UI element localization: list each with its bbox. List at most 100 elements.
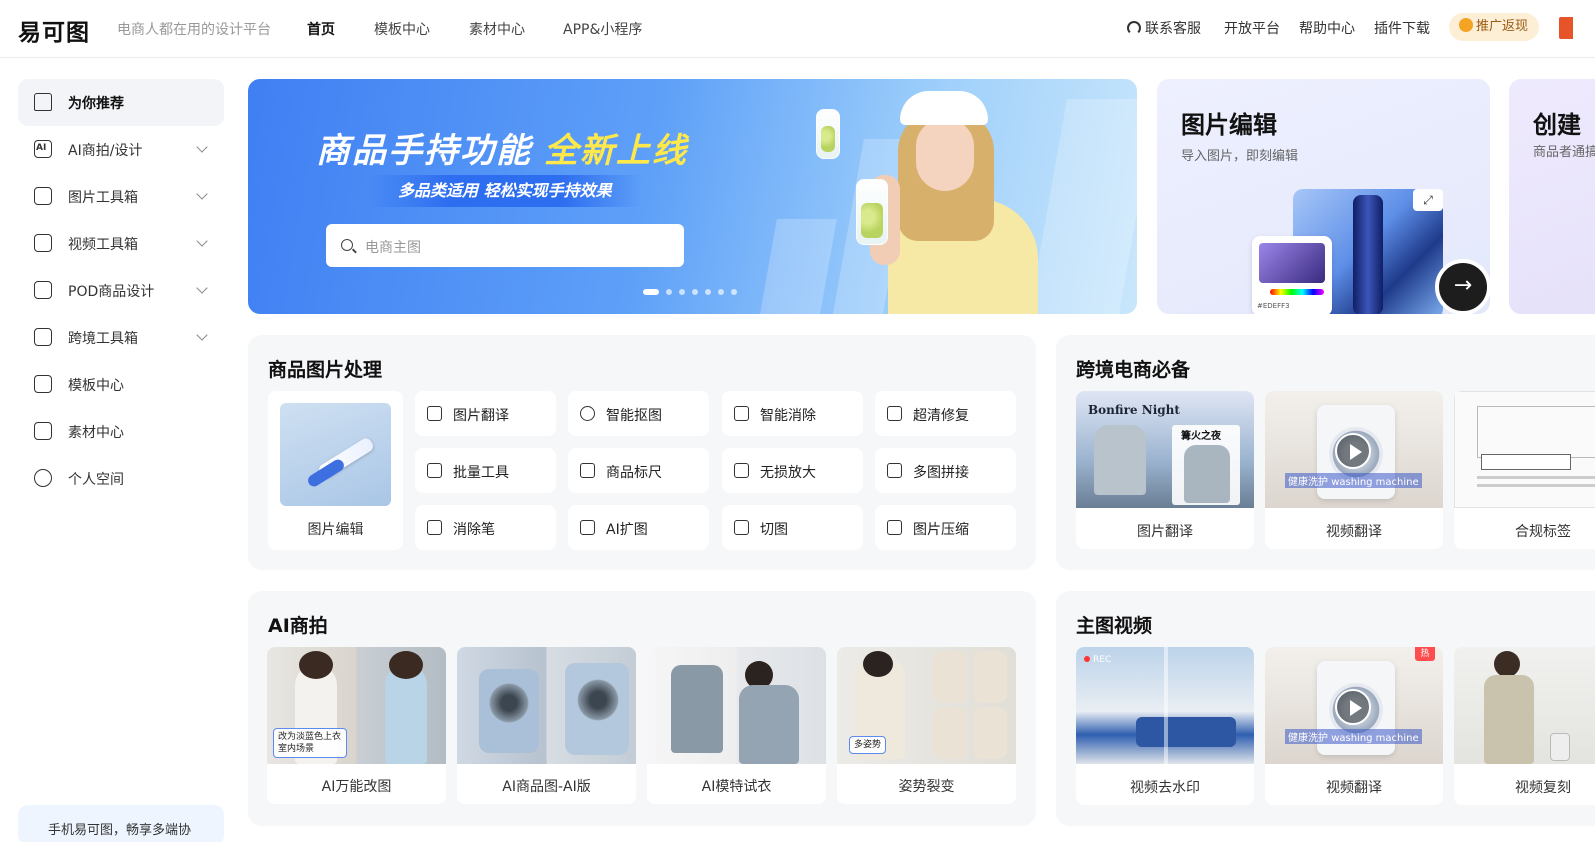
image-edit-title: 图片编辑	[1181, 111, 1277, 139]
sidebar-item-pod[interactable]: POD商品设计	[18, 267, 224, 314]
tool-collage[interactable]: 多图拼接	[875, 448, 1016, 493]
tool-ai-expand[interactable]: AI扩图	[568, 505, 709, 550]
banner-decor	[1029, 99, 1137, 314]
play-icon	[1335, 433, 1371, 469]
top-header: 易可图 电商人都在用的设计平台 首页 模板中心 素材中心 APP&小程序 联系客…	[0, 0, 1595, 58]
tool-compress[interactable]: 图片压缩	[875, 505, 1016, 550]
contact-support-link[interactable]: 联系客服	[1127, 18, 1201, 38]
sidebar-item-templates[interactable]: 模板中心	[18, 361, 224, 408]
crossborder-card-image-translate[interactable]: Bonfire Night 篝火之夜 图片翻译	[1076, 391, 1254, 549]
promo-button[interactable]: 推广返现	[1449, 13, 1539, 41]
search-icon	[341, 239, 353, 251]
slogan: 电商人都在用的设计平台	[117, 22, 271, 38]
video-card-translate[interactable]: 热 健康洗护 washing machine 视频翻译	[1265, 647, 1443, 805]
banner-title: 商品手持功能 全新上线	[316, 131, 688, 171]
sidebar-item-personal[interactable]: 个人空间	[18, 455, 224, 502]
sidebar-item-materials[interactable]: 素材中心	[18, 408, 224, 455]
knife-icon	[734, 520, 749, 535]
carousel-dots[interactable]	[643, 289, 737, 295]
expand-icon: ⤢	[1413, 189, 1443, 211]
carousel-dot[interactable]	[718, 289, 724, 295]
sidebar-item-image-tools[interactable]: 图片工具箱	[18, 173, 224, 220]
ai-card-universal-edit[interactable]: 改为淡蓝色上衣 室内场景 AI万能改图	[267, 647, 446, 804]
crossborder-card-compliance[interactable]: 合规标签	[1454, 391, 1595, 549]
image-edit-card[interactable]: 图片编辑 导入图片，即刻编辑 ⤢ #EDEFF3 →	[1157, 79, 1490, 314]
puzzle-icon	[887, 463, 902, 478]
chevron-down-icon	[196, 141, 208, 153]
gift-icon[interactable]	[1559, 17, 1573, 39]
sidebar-item-crossborder[interactable]: 跨境工具箱	[18, 314, 224, 361]
help-center-link[interactable]: 帮助中心	[1299, 18, 1355, 38]
label-thumbnail	[1454, 391, 1595, 508]
coat-tryon-image	[647, 647, 826, 764]
chevron-down-icon	[196, 282, 208, 294]
video-card-remove-watermark[interactable]: REC 视频去水印	[1076, 647, 1254, 805]
color-picker: #EDEFF3	[1252, 236, 1332, 314]
tool-slice[interactable]: 切图	[722, 505, 863, 550]
tool-product-ruler[interactable]: 商品标尺	[568, 448, 709, 493]
tool-smart-cutout[interactable]: 智能抠图	[568, 391, 709, 436]
play-icon	[1335, 689, 1371, 725]
nav-home[interactable]: 首页	[307, 19, 335, 39]
nav-templates[interactable]: 模板中心	[374, 19, 430, 39]
tool-lossless-upscale[interactable]: 无损放大	[722, 448, 863, 493]
carousel-dot[interactable]	[679, 289, 685, 295]
grid-icon	[427, 463, 442, 478]
sidebar-item-ai[interactable]: AI AI商拍/设计	[18, 126, 224, 173]
user-icon	[34, 469, 52, 487]
create-subtitle: 商品者通搞定	[1533, 145, 1595, 160]
video-icon	[34, 234, 52, 252]
bottle-image	[1353, 195, 1383, 314]
carousel-dot[interactable]	[692, 289, 698, 295]
carousel-dot[interactable]	[705, 289, 711, 295]
ai-card-pose-variation[interactable]: 多姿势 姿势裂变	[837, 647, 1016, 804]
coin-icon	[1459, 18, 1473, 32]
hero-banner[interactable]: 商品手持功能 全新上线 多品类适用 轻松实现手持效果 电商主图	[248, 79, 1137, 314]
compress-icon	[887, 520, 902, 535]
crossborder-icon	[34, 328, 52, 346]
ai-card-product-image[interactable]: AI商品图-AI版	[457, 647, 636, 804]
model-video-thumbnail	[1454, 647, 1595, 764]
tool-image-translate[interactable]: 图片翻译	[415, 391, 556, 436]
tool-hd-restore[interactable]: 超清修复	[875, 391, 1016, 436]
main-video-panel: 主图视频 REC 视频去水印 热 健康洗护 washing machine 视频…	[1056, 591, 1595, 826]
tool-smart-erase[interactable]: 智能消除	[722, 391, 863, 436]
mobile-app-promo[interactable]: 手机易可图，畅享多端协	[18, 805, 224, 842]
pose-grid-image: 多姿势	[837, 647, 1016, 764]
crossborder-card-video-translate[interactable]: 健康洗护 washing machine 视频翻译	[1265, 391, 1443, 549]
edit-prompt-tag: 改为淡蓝色上衣 室内场景	[273, 728, 347, 758]
carousel-dot[interactable]	[666, 289, 672, 295]
room-thumbnail: REC	[1076, 647, 1254, 764]
arrow-right-icon[interactable]: →	[1435, 259, 1490, 314]
banner-search-input[interactable]: 电商主图	[326, 224, 684, 267]
tool-batch[interactable]: 批量工具	[415, 448, 556, 493]
chevron-down-icon	[196, 235, 208, 247]
eraser-pen-icon	[427, 520, 442, 535]
pose-prompt-tag: 多姿势	[849, 736, 887, 754]
video-card-replicate[interactable]: 视频复刻	[1454, 647, 1595, 805]
open-platform-link[interactable]: 开放平台	[1224, 18, 1280, 38]
panel-title: AI商拍	[268, 615, 328, 637]
plugin-download-link[interactable]: 插件下载	[1374, 18, 1430, 38]
ai-expand-icon	[580, 520, 595, 535]
nav-app[interactable]: APP&小程序	[563, 19, 642, 39]
carousel-dot[interactable]	[643, 289, 659, 295]
logo[interactable]: 易可图	[18, 13, 90, 47]
chevron-down-icon	[196, 329, 208, 341]
tool-eraser-pen[interactable]: 消除笔	[415, 505, 556, 550]
create-card[interactable]: 创建 商品者通搞定	[1509, 79, 1595, 314]
ai-icon: AI	[34, 140, 52, 158]
sidebar-item-recommend[interactable]: 为你推荐	[18, 79, 224, 126]
banner-decor	[759, 219, 837, 314]
sidebar: 为你推荐 AI AI商拍/设计 图片工具箱 视频工具箱 POD商品设计 跨境工具箱…	[18, 79, 224, 502]
carousel-dot[interactable]	[731, 289, 737, 295]
sidebar-item-video-tools[interactable]: 视频工具箱	[18, 220, 224, 267]
nav-materials[interactable]: 素材中心	[469, 19, 525, 39]
image-edit-thumbnail	[280, 403, 391, 506]
banner-subtitle: 多品类适用 轻松实现手持效果	[368, 175, 642, 207]
panel-title: 跨境电商必备	[1076, 359, 1191, 381]
model-before-after-image: 改为淡蓝色上衣 室内场景	[267, 647, 446, 764]
search-placeholder: 电商主图	[365, 240, 421, 256]
image-edit-tile[interactable]: 图片编辑	[268, 391, 403, 550]
ai-card-model-tryon[interactable]: AI模特试衣	[647, 647, 826, 804]
